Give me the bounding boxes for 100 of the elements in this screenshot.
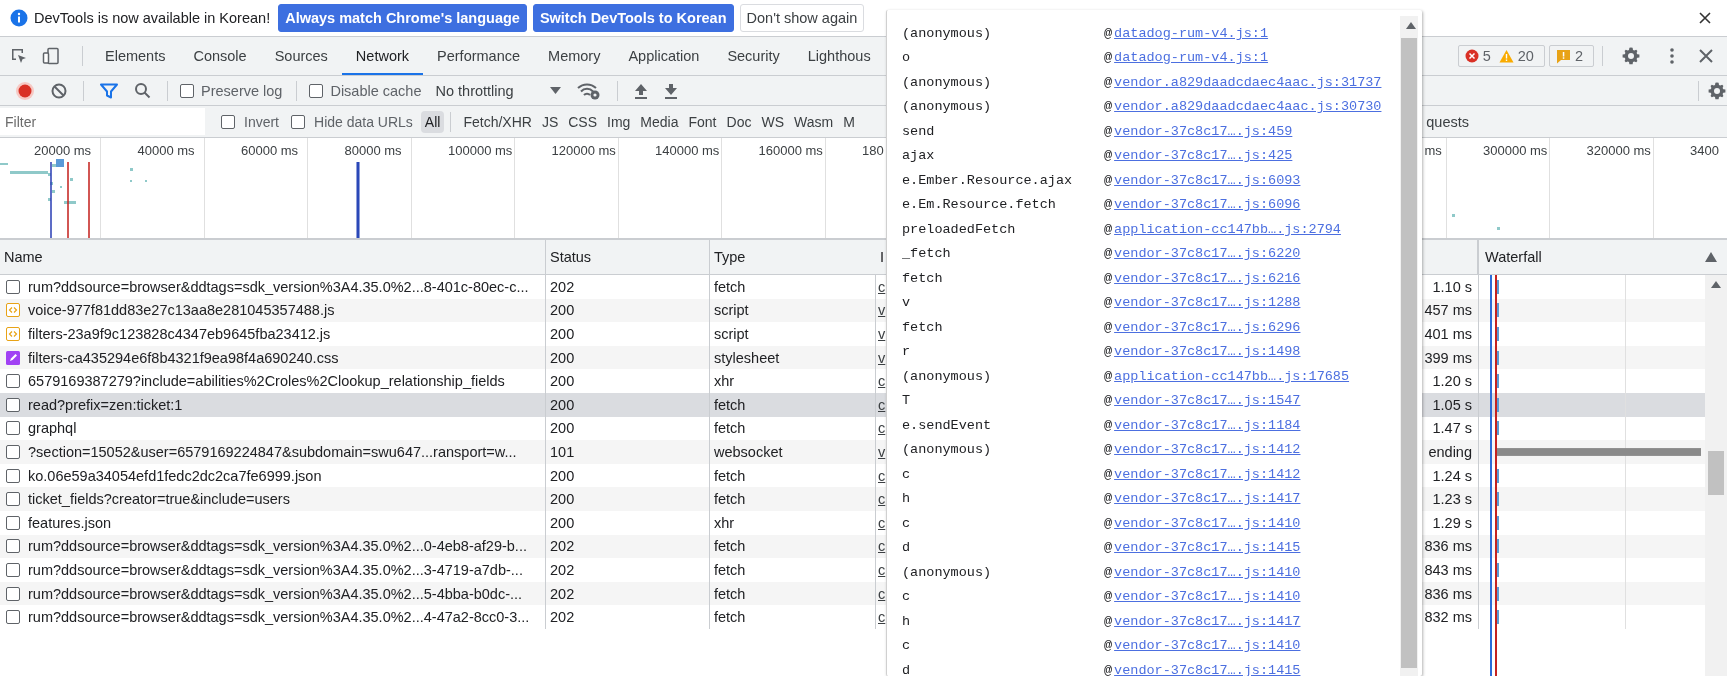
request-name[interactable]: features.json [28,514,112,531]
source-link[interactable]: vendor-37c8c17….js:6096 [1114,197,1301,213]
column-header[interactable]: Name [0,240,546,274]
source-link[interactable]: datadog-rum-v4.js:1 [1114,25,1269,41]
checkbox[interactable] [221,114,235,129]
filter-field[interactable]: Filter [0,108,205,135]
request-name[interactable]: rum?ddsource=browser&ddtags=sdk_version%3A4.35.0%2...5-4bba-b0dc-... [28,585,523,602]
source-link[interactable]: vendor-37c8c17….js:1410 [1114,564,1301,580]
column-header[interactable]: Status [546,240,710,274]
filter-type-button[interactable]: Doc [722,110,756,133]
column-header[interactable]: Type [710,240,876,274]
scrollbar[interactable] [1400,16,1418,676]
source-link[interactable]: vendor-37c8c17….js:1410 [1114,589,1301,605]
source-link[interactable]: vendor-37c8c17….js:1412 [1114,442,1301,458]
initiator-link[interactable]: c [878,420,886,437]
source-link[interactable]: vendor-37c8c17….js:6093 [1114,172,1301,188]
request-name[interactable]: filters-ca435294e6f8b4321f9ea98f4a690240.css [28,349,339,366]
source-link[interactable]: application-cc147bb….js:2794 [1114,221,1341,237]
close-icon[interactable] [1699,49,1713,63]
checkbox-label[interactable]: Hide data URLs [314,113,413,130]
filter-type-button[interactable]: Wasm [790,110,838,133]
inspect-icon[interactable] [10,47,28,65]
checkbox[interactable] [291,114,305,129]
initiator-link[interactable]: v [878,302,886,319]
checkbox[interactable] [180,83,194,98]
tab[interactable]: Sources [260,37,342,75]
request-name[interactable]: graphql [28,420,77,437]
filter-type-button[interactable]: Media [636,110,683,133]
request-name[interactable]: ticket_fields?creator=true&include=users [28,491,290,508]
initiator-link[interactable]: c [878,585,886,602]
request-name[interactable]: rum?ddsource=browser&ddtags=sdk_version%3A4.35.0%2...4-47a2-8cc0-3... [28,609,530,626]
tab[interactable]: Memory [534,37,615,75]
filter-type-button[interactable]: CSS [564,110,601,133]
source-link[interactable]: vendor-37c8c17….js:1410 [1114,638,1301,654]
clear-icon[interactable] [51,82,67,99]
request-name[interactable]: ko.06e59a34054efd1fedc2dc2ca7fe6999.json [28,467,322,484]
counter-badge[interactable]: 5 20 [1457,45,1545,67]
source-link[interactable]: vendor-37c8c17….js:1547 [1114,393,1301,409]
filter-type-button[interactable]: Fetch/XHR [459,110,536,133]
source-link[interactable]: vendor-37c8c17….js:1412 [1114,466,1301,482]
source-link[interactable]: vendor-37c8c17….js:1417 [1114,613,1301,629]
filter-type-button[interactable]: All [420,110,445,133]
checkbox-label[interactable]: Invert [244,113,279,130]
settings-icon[interactable] [1707,80,1727,101]
infobar-button[interactable]: Don't show again [739,4,865,32]
request-name[interactable]: rum?ddsource=browser&ddtags=sdk_version%3A4.35.0%2...3-4719-a7db-... [28,561,523,578]
request-name[interactable]: ?section=15052&user=6579169224847&subdomain=swu647...ransport=w... [28,443,517,460]
tab[interactable]: Security [713,37,794,75]
filter-type-button[interactable]: M [839,110,859,133]
device-icon[interactable] [42,47,60,65]
upload-icon[interactable] [633,82,648,99]
scrollbar-thumb[interactable] [1708,451,1724,495]
filter-type-button[interactable]: WS [757,110,788,133]
tab[interactable]: Lighthous [793,37,885,75]
initiator-link[interactable]: c [878,491,886,508]
scrollbar[interactable] [1705,275,1727,676]
request-name[interactable]: read?prefix=zen:ticket:1 [28,396,183,413]
source-link[interactable]: vendor-37c8c17….js:425 [1114,148,1293,164]
request-name[interactable]: filters-23a9f9c123828c4347eb9645fba23412.js [28,326,331,342]
tab[interactable]: Performance [423,37,535,75]
source-link[interactable]: vendor-37c8c17….js:1410 [1114,515,1301,531]
checkbox[interactable] [309,83,324,98]
column-header[interactable]: Waterfall [1485,249,1542,265]
request-name[interactable]: rum?ddsource=browser&ddtags=sdk_version%3A4.35.0%2...8-401c-80ec-c... [28,278,529,295]
initiator-link[interactable]: v [878,349,886,366]
settings-icon[interactable] [1621,46,1641,66]
initiator-link[interactable]: c [878,278,886,295]
network-conditions-icon[interactable] [576,81,601,100]
request-name[interactable]: 6579169387279?include=abilities%2Croles%2Clookup_relationship_fields [28,373,505,390]
source-link[interactable]: vendor-37c8c17….js:459 [1114,123,1293,139]
source-link[interactable]: vendor-37c8c17….js:1184 [1114,417,1301,433]
initiator-link[interactable]: c [878,373,886,390]
initiator-link[interactable]: c [878,514,886,531]
request-name[interactable]: voice-977f81dd83e27c13aa8e281045357488.js [28,302,335,319]
initiator-link[interactable]: c [878,561,886,578]
more-options-icon[interactable] [1669,47,1675,65]
checkbox-label[interactable]: Disable cache [330,82,422,99]
filter-icon[interactable] [100,82,118,99]
record-button[interactable] [15,80,35,101]
infobar-button[interactable]: Switch DevTools to Korean [532,4,734,32]
checkbox-label[interactable]: Preserve log [201,82,283,99]
filter-type-button[interactable]: JS [537,110,563,133]
source-link[interactable]: vendor-37c8c17….js:1417 [1114,491,1301,507]
source-link[interactable]: vendor-37c8c17….js:1415 [1114,540,1301,556]
source-link[interactable]: vendor-37c8c17….js:6220 [1114,246,1301,262]
request-name[interactable]: rum?ddsource=browser&ddtags=sdk_version%3A4.35.0%2...0-4eb8-af29-b... [28,538,527,555]
source-link[interactable]: application-cc147bb….js:17685 [1114,368,1350,384]
scrollbar-thumb[interactable] [1401,38,1417,668]
initiator-link[interactable]: c [878,467,886,484]
initiator-link[interactable]: c [878,538,886,555]
source-link[interactable]: datadog-rum-v4.js:1 [1114,50,1269,66]
tab[interactable]: Elements [91,37,180,75]
initiator-link[interactable]: v [878,326,886,342]
source-link[interactable]: vendor-37c8c17….js:1498 [1114,344,1301,360]
filter-type-button[interactable]: Img [603,110,635,133]
search-icon[interactable] [134,82,151,99]
initiator-link[interactable]: v [878,443,886,460]
issues-badge[interactable]: 2 [1548,45,1594,67]
initiator-link[interactable]: c [878,396,886,413]
tab[interactable]: Application [614,37,714,75]
